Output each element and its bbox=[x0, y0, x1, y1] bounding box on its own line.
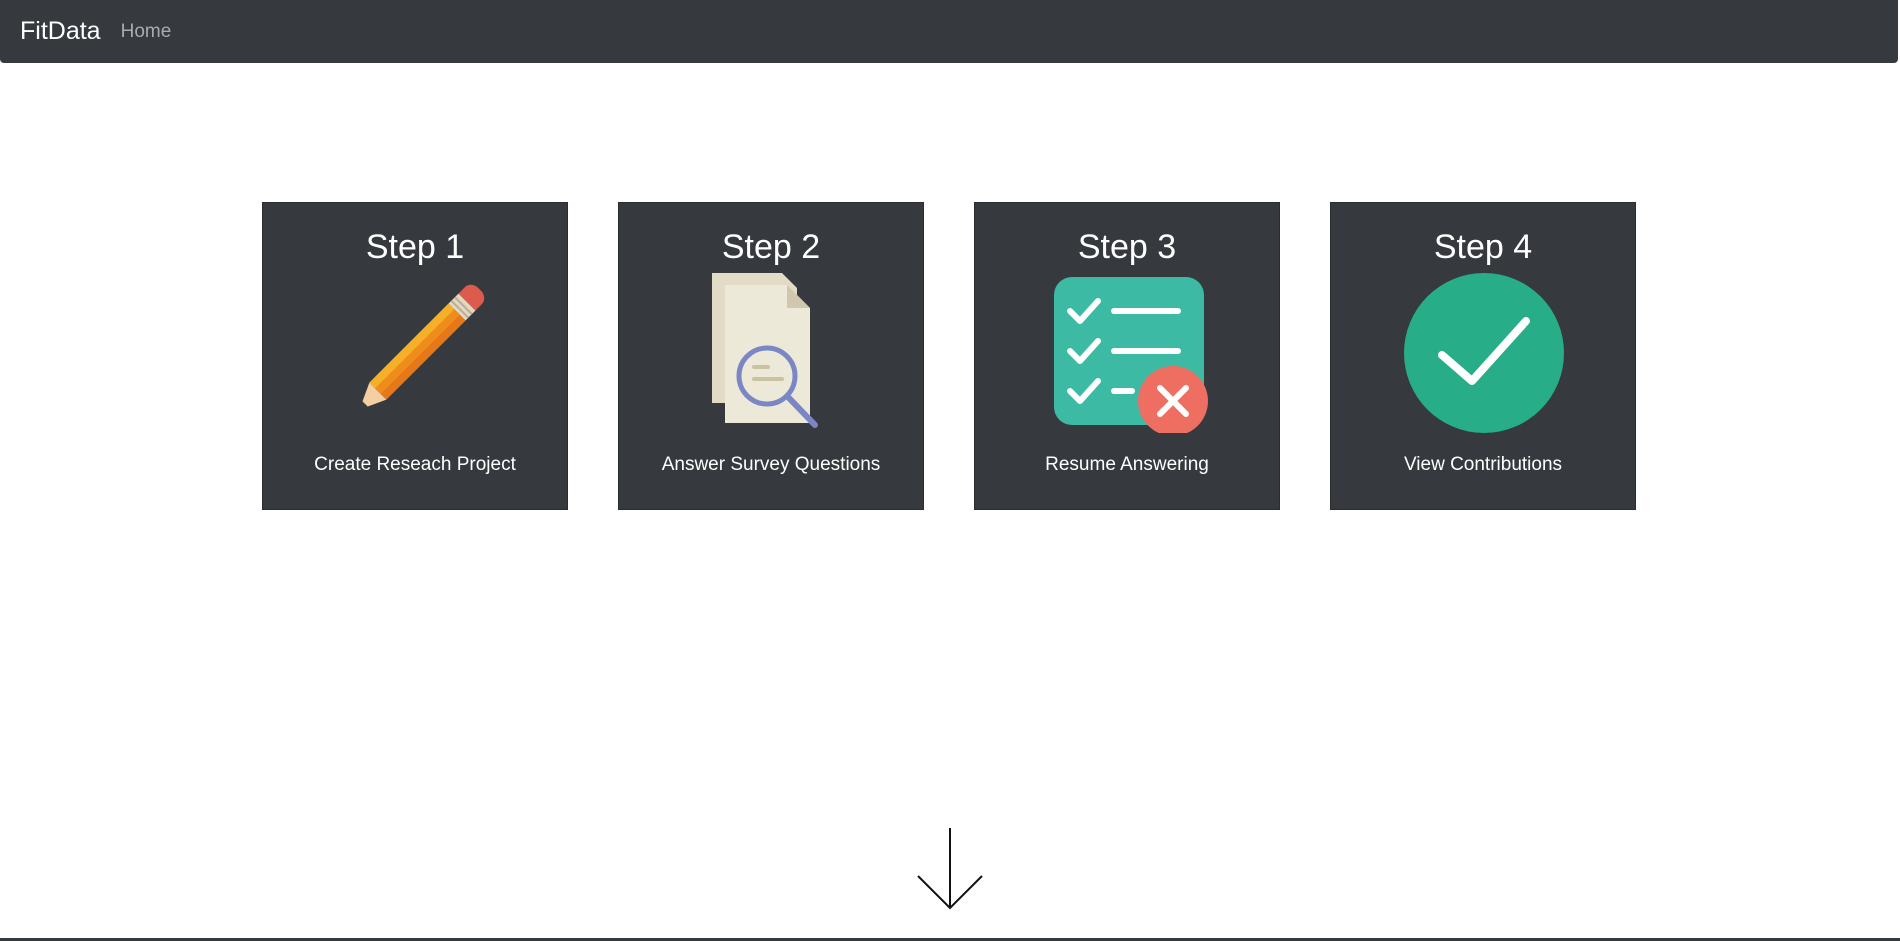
step-1-label: Create Reseach Project bbox=[314, 454, 516, 475]
pencil-icon bbox=[358, 284, 485, 411]
step-2-card[interactable]: Step 2 Answer Survey Questions bbox=[618, 202, 924, 510]
checklist-icon bbox=[1054, 277, 1208, 433]
step-1-card[interactable]: Step 1 Create Reseach Project bbox=[262, 202, 568, 510]
step-4-title: Step 4 bbox=[1433, 228, 1533, 266]
arrow-down-icon[interactable] bbox=[915, 826, 985, 912]
step-3-card[interactable]: Step 3 Resume Answering bbox=[974, 202, 1280, 510]
brand-link[interactable]: FitData bbox=[20, 17, 101, 46]
step-4-label: View Contributions bbox=[1403, 454, 1563, 475]
step-4-card[interactable]: Step 4 View Contributions bbox=[1330, 202, 1636, 510]
step-2-title: Step 2 bbox=[721, 228, 821, 266]
nav-link-home[interactable]: Home bbox=[121, 21, 172, 43]
step-1-title: Step 1 bbox=[365, 228, 465, 266]
check-circle-icon bbox=[1404, 273, 1564, 433]
step-3-label: Resume Answering bbox=[1045, 454, 1209, 475]
step-3-title: Step 3 bbox=[1077, 228, 1177, 266]
document-search-icon bbox=[712, 273, 818, 428]
step-2-label: Answer Survey Questions bbox=[661, 454, 881, 475]
top-navbar: FitData Home bbox=[0, 0, 1898, 63]
